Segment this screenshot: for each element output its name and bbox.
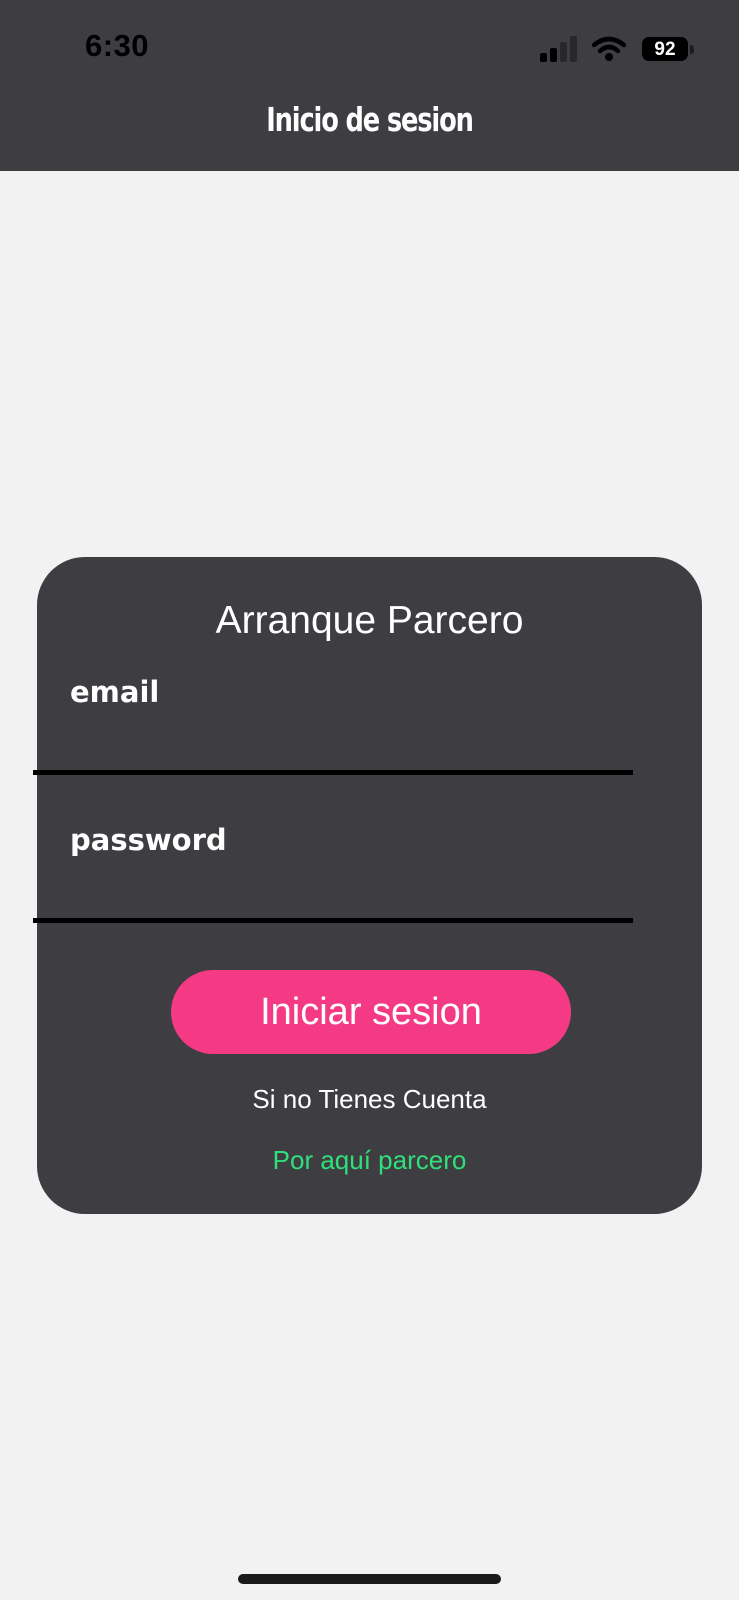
login-button[interactable]: Iniciar sesion — [171, 970, 571, 1054]
status-bar-time: 6:30 — [85, 28, 150, 63]
password-label: password — [70, 823, 227, 857]
page-title: Inicio de sesion — [266, 100, 474, 139]
wifi-icon — [592, 36, 626, 61]
battery-level: 92 — [654, 38, 676, 60]
password-input[interactable] — [33, 874, 633, 923]
battery-cap — [690, 45, 694, 54]
email-input[interactable] — [33, 726, 633, 775]
login-card-title: Arranque Parcero — [215, 599, 524, 642]
home-indicator — [238, 1574, 501, 1584]
cellular-signal-icon — [540, 36, 577, 62]
status-bar-icons: 92 — [540, 34, 694, 64]
app-header: 6:30 92 Inicio de sesion — [0, 0, 739, 171]
battery-icon: 92 — [642, 37, 694, 61]
email-label: email — [70, 675, 160, 709]
register-link[interactable]: Por aquí parcero — [37, 1145, 702, 1176]
no-account-text: Si no Tienes Cuenta — [252, 1084, 487, 1114]
